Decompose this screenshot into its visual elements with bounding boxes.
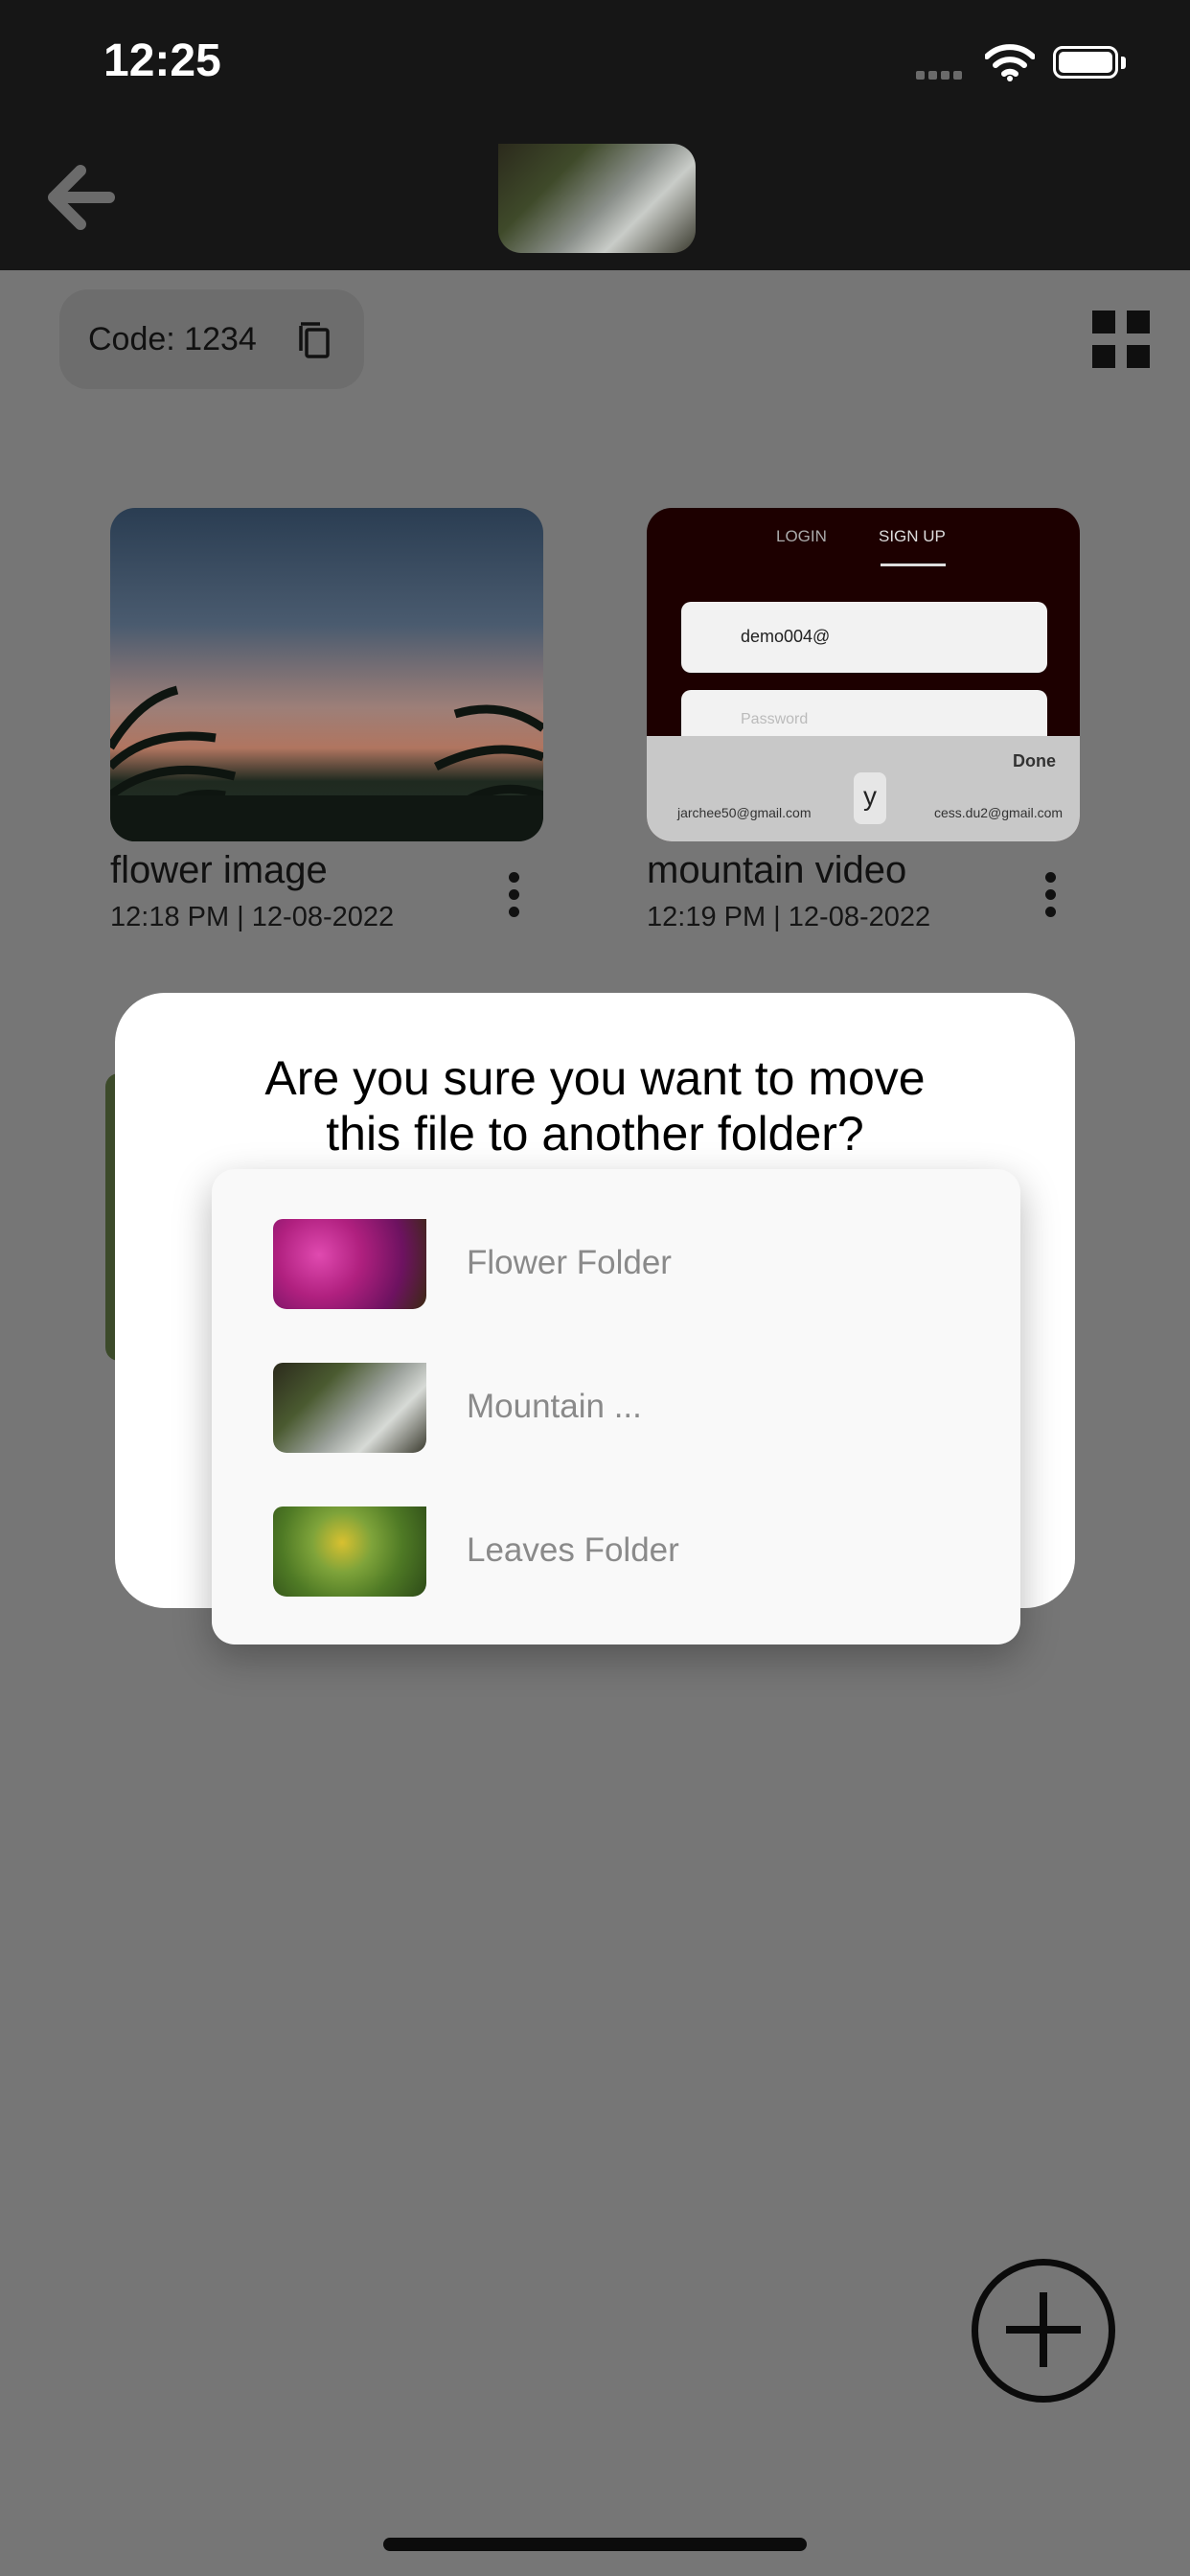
mountain-folder-thumbnail: [273, 1363, 426, 1453]
arrow-left-icon[interactable]: [42, 161, 115, 234]
folder-label: Mountain ...: [467, 1388, 642, 1425]
leaves-folder-thumbnail: [273, 1506, 426, 1597]
status-time: 12:25: [103, 35, 221, 86]
file-meta: 12:18 PM | 12-08-2022: [110, 902, 395, 932]
plus-icon: [1040, 2292, 1047, 2367]
copy-icon[interactable]: [293, 318, 335, 360]
battery-icon: [1053, 46, 1118, 79]
folder-picker-menu: Flower Folder Mountain ... Leaves Folder: [212, 1169, 1020, 1644]
file-title: flower image: [110, 849, 328, 891]
cellular-signal-icon: [916, 67, 966, 84]
flower-folder-thumbnail: [273, 1219, 426, 1309]
battery-tip: [1121, 57, 1126, 69]
file-title: mountain video: [647, 849, 907, 891]
file-thumbnail-flower[interactable]: [110, 508, 543, 841]
home-indicator[interactable]: [383, 2538, 807, 2551]
folder-label: Flower Folder: [467, 1244, 672, 1281]
code-label: Code: 1234: [88, 321, 257, 357]
folder-option-mountain[interactable]: Mountain ...: [212, 1322, 1020, 1466]
file-thumbnail-video[interactable]: LOGIN SIGN UP demo004@ Password Done jar…: [647, 508, 1080, 841]
dialog-title: Are you sure you want to move this file …: [264, 1051, 926, 1161]
file-meta: 12:19 PM | 12-08-2022: [647, 902, 931, 932]
wifi-icon: [985, 44, 1035, 81]
folder-option-flower[interactable]: Flower Folder: [212, 1169, 1020, 1322]
grid-view-icon[interactable]: [1092, 310, 1150, 368]
more-options-icon[interactable]: [1045, 872, 1056, 924]
folder-option-leaves[interactable]: Leaves Folder: [212, 1466, 1020, 1620]
more-options-icon[interactable]: [509, 872, 519, 924]
folder-thumbnail: [498, 144, 696, 253]
folder-label: Leaves Folder: [467, 1531, 679, 1569]
